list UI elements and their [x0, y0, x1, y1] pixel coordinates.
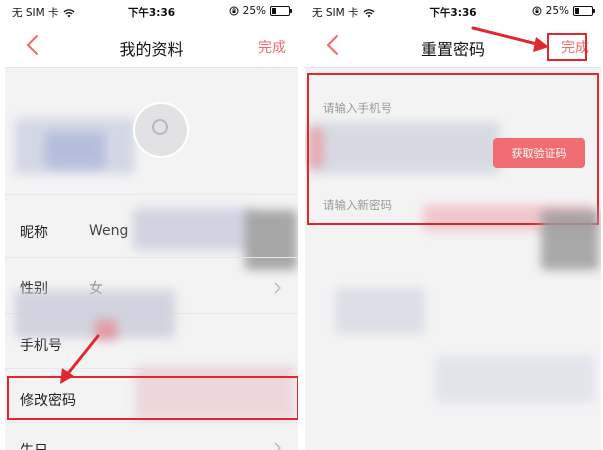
divider — [5, 194, 298, 195]
divider — [5, 422, 298, 423]
nav-bar: 我的资料 完成 — [5, 22, 298, 68]
profile-screen: 无 SIM 卡 下午3:36 25% 我的资料 完成 昵称 Weng 性别 女 — [5, 0, 298, 450]
divider — [5, 257, 298, 258]
blurred-region — [541, 210, 599, 270]
battery-icon — [573, 6, 595, 16]
chevron-right-icon — [274, 282, 281, 294]
blurred-region — [335, 288, 425, 334]
battery-percent: 25% — [545, 5, 569, 17]
status-bar: 无 SIM 卡 下午3:36 25% — [305, 0, 601, 22]
nickname-label: 昵称 — [20, 225, 48, 241]
status-bar: 无 SIM 卡 下午3:36 25% — [5, 0, 298, 22]
annotation-arrow — [60, 334, 100, 384]
chevron-right-icon — [274, 442, 281, 450]
battery-percent: 25% — [242, 5, 266, 17]
camera-icon — [152, 119, 168, 135]
birthday-label: 生日 — [20, 440, 48, 450]
rotation-lock-icon — [532, 6, 542, 16]
battery-icon — [270, 6, 292, 16]
blurred-region — [133, 208, 253, 250]
page-title: 我的资料 — [119, 40, 184, 59]
rotation-lock-icon — [229, 6, 239, 16]
annotation-arrow — [471, 26, 549, 52]
blurred-region — [435, 356, 595, 402]
nickname-value: Weng — [89, 223, 129, 239]
blurred-region — [245, 210, 297, 270]
done-button[interactable]: 完成 — [258, 37, 286, 57]
form-highlight-box — [307, 73, 599, 225]
reset-password-screen: 无 SIM 卡 下午3:36 25% 重置密码 完成 请输入手机号 获取验证码 … — [305, 0, 601, 450]
blurred-region — [45, 132, 105, 168]
